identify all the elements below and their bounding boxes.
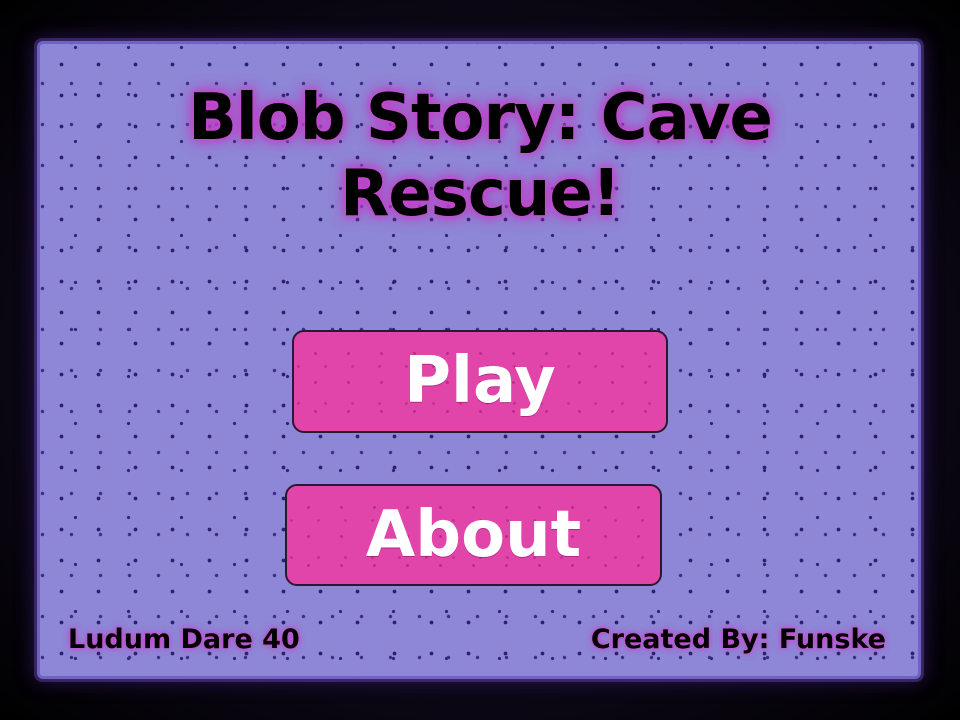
event-label: Ludum Dare 40: [68, 624, 300, 655]
game-title: Blob Story: Cave Rescue!: [188, 81, 773, 231]
credits-label: Created By: Funske: [590, 624, 886, 655]
play-button[interactable]: Play: [292, 330, 668, 433]
about-button[interactable]: About: [285, 484, 662, 586]
screen-frame: Blob Story: Cave Rescue! Play About Ludu…: [0, 0, 960, 720]
